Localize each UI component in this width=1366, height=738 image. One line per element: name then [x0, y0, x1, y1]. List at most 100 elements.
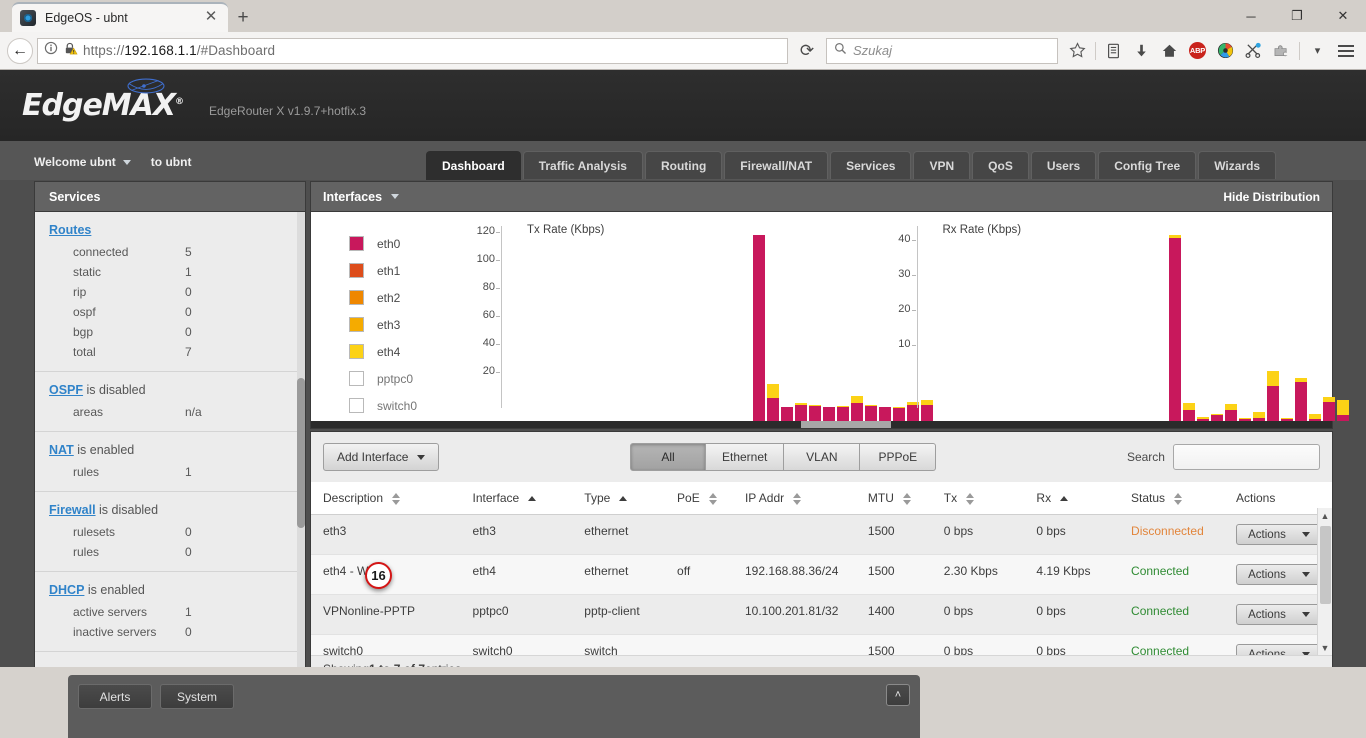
- tab-firewall-nat[interactable]: Firewall/NAT: [724, 151, 829, 179]
- filter-ethernet[interactable]: Ethernet: [705, 443, 785, 471]
- puzzle-extension-icon[interactable]: [1268, 37, 1295, 65]
- tab-users[interactable]: Users: [1030, 151, 1097, 179]
- tab-vpn[interactable]: VPN: [913, 151, 971, 179]
- scroll-up-icon[interactable]: ▲: [1318, 508, 1332, 523]
- actions-button[interactable]: Actions: [1236, 604, 1322, 625]
- cell-type: ethernet: [572, 554, 666, 595]
- tab-routing[interactable]: Routing: [644, 151, 723, 179]
- tx-ytick: 80: [467, 281, 500, 293]
- browser-search-bar[interactable]: Szukaj: [826, 37, 1058, 64]
- screenshot-scissors-icon[interactable]: [1240, 37, 1267, 65]
- filter-all[interactable]: All: [629, 443, 706, 471]
- scroll-down-icon[interactable]: ▼: [1318, 640, 1332, 655]
- filter-pppoe[interactable]: PPPoE: [860, 443, 937, 471]
- table-row[interactable]: eth4 - WAN eth4 ethernet off 192.168.88.…: [311, 554, 1332, 595]
- alerts-button[interactable]: Alerts: [78, 684, 152, 709]
- app-topbar: EdgeMAX® EdgeRouter X v1.9.7+hotfix.3: [0, 70, 1366, 141]
- cell-interface: eth3: [460, 514, 573, 555]
- col-interface[interactable]: Interface: [460, 482, 573, 515]
- chart-horizontal-scrollbar[interactable]: [311, 421, 1332, 428]
- cell-mtu: 1500: [855, 634, 932, 655]
- new-tab-button[interactable]: +: [228, 4, 258, 32]
- url-host: 192.168.1.1: [124, 43, 197, 58]
- col-ip-addr[interactable]: IP Addr: [732, 482, 856, 515]
- hide-distribution-link[interactable]: Hide Distribution: [1223, 190, 1320, 204]
- dashboard-content: Services Routes connected 5 static 1 rip 0 …: [0, 180, 1366, 692]
- status-badge: Connected: [1119, 554, 1224, 595]
- svc-key: rulesets: [73, 525, 116, 539]
- color-wheel-extension-icon[interactable]: [1212, 37, 1239, 65]
- add-interface-button[interactable]: Add Interface: [323, 443, 440, 471]
- services-scrollbar[interactable]: [297, 212, 305, 672]
- col-type[interactable]: Type: [572, 482, 666, 515]
- tab-dashboard[interactable]: Dashboard: [426, 151, 521, 180]
- actions-button[interactable]: Actions: [1236, 644, 1322, 655]
- col-status[interactable]: Status: [1119, 482, 1224, 515]
- close-icon[interactable]: ✕: [202, 9, 220, 27]
- click-marker-16: 16: [365, 562, 392, 589]
- legend-item-switch0[interactable]: switch0: [349, 392, 501, 419]
- col-poe[interactable]: PoE: [665, 482, 733, 515]
- tab-config-tree[interactable]: Config Tree: [1098, 151, 1197, 179]
- svc-key: total: [73, 345, 96, 359]
- firewall-link[interactable]: Firewall: [49, 503, 96, 517]
- actions-button[interactable]: Actions: [1236, 564, 1322, 585]
- table-row[interactable]: eth3 eth3 ethernet 1500 0 bps 0 bps Disc…: [311, 514, 1332, 555]
- services-group-routes: Routes connected 5 static 1 rip 0 ospf 0 bgp…: [35, 212, 305, 372]
- chevron-down-icon[interactable]: [391, 194, 400, 199]
- brand-logo: EdgeMAX® EdgeRouter X v1.9.7+hotfix.3: [14, 78, 366, 123]
- download-icon[interactable]: [1128, 37, 1155, 65]
- reload-icon[interactable]: ⟳: [792, 36, 822, 66]
- table-scrollbar[interactable]: ▲ ▼: [1317, 508, 1332, 655]
- dhcp-heading: DHCP is enabled: [49, 583, 291, 597]
- list-item: inactive servers 0: [49, 622, 291, 642]
- list-item: total 7: [49, 342, 291, 362]
- bar: [1252, 412, 1265, 421]
- col-tx[interactable]: Tx: [931, 482, 1025, 515]
- tx-axis: [501, 226, 502, 408]
- routes-link[interactable]: Routes: [49, 223, 91, 237]
- tab-traffic-analysis[interactable]: Traffic Analysis: [522, 151, 643, 179]
- scrollbar-thumb[interactable]: [1320, 526, 1331, 604]
- cell-ip: 192.168.88.36/24: [732, 554, 856, 595]
- browser-navbar: ← https://192.168.1.1/#Dashboard ⟳ Szuka…: [0, 32, 1366, 70]
- bookmark-star-icon[interactable]: [1064, 37, 1091, 65]
- window-close-icon[interactable]: ✕: [1320, 0, 1366, 32]
- tab-services[interactable]: Services: [830, 151, 912, 179]
- page-info-icon[interactable]: [44, 41, 58, 60]
- list-item: bgp 0: [49, 322, 291, 342]
- user-menu[interactable]: Welcome ubnt to ubnt: [34, 155, 191, 180]
- hamburger-menu-icon[interactable]: [1332, 37, 1359, 65]
- col-rx[interactable]: Rx: [1024, 482, 1120, 515]
- search-input[interactable]: [1172, 444, 1320, 470]
- table-row[interactable]: VPNonline-PPTP pptpc0 pptp-client 10.100…: [311, 594, 1332, 635]
- col-mtu[interactable]: MTU: [855, 482, 932, 515]
- minimize-icon[interactable]: ─: [1228, 0, 1274, 32]
- collapse-panel-icon[interactable]: ˄: [886, 684, 910, 706]
- chevron-down-icon[interactable]: ▾: [1304, 37, 1331, 65]
- tab-qos[interactable]: QoS: [972, 151, 1029, 179]
- url-bar[interactable]: https://192.168.1.1/#Dashboard: [37, 37, 788, 64]
- bar: [1308, 414, 1321, 421]
- dhcp-link[interactable]: DHCP: [49, 583, 84, 597]
- system-button[interactable]: System: [160, 684, 235, 709]
- list-item: rules 0: [49, 542, 291, 562]
- filter-vlan[interactable]: VLAN: [784, 443, 861, 471]
- back-icon[interactable]: ←: [7, 37, 33, 64]
- table-row[interactable]: switch0 switch0 switch 1500 0 bps 0 bps …: [311, 634, 1332, 655]
- cell-description: VPNonline-PPTP: [311, 594, 461, 635]
- status-badge: Connected: [1119, 594, 1224, 635]
- browser-tab[interactable]: EdgeOS - ubnt ✕: [12, 2, 228, 32]
- actions-button[interactable]: Actions: [1236, 524, 1322, 545]
- home-icon[interactable]: [1156, 37, 1183, 65]
- nat-link[interactable]: NAT: [49, 443, 74, 457]
- tab-wizards[interactable]: Wizards: [1198, 151, 1277, 179]
- maximize-icon[interactable]: ❐: [1274, 0, 1320, 32]
- tx-ytick: 60: [467, 309, 500, 321]
- insecure-lock-warning-icon[interactable]: [63, 41, 78, 61]
- rx-ytick: 30: [883, 268, 916, 280]
- adblock-plus-icon[interactable]: ABP: [1184, 37, 1211, 65]
- ospf-link[interactable]: OSPF: [49, 383, 83, 397]
- col-description[interactable]: Description: [311, 482, 461, 515]
- library-icon[interactable]: [1100, 37, 1127, 65]
